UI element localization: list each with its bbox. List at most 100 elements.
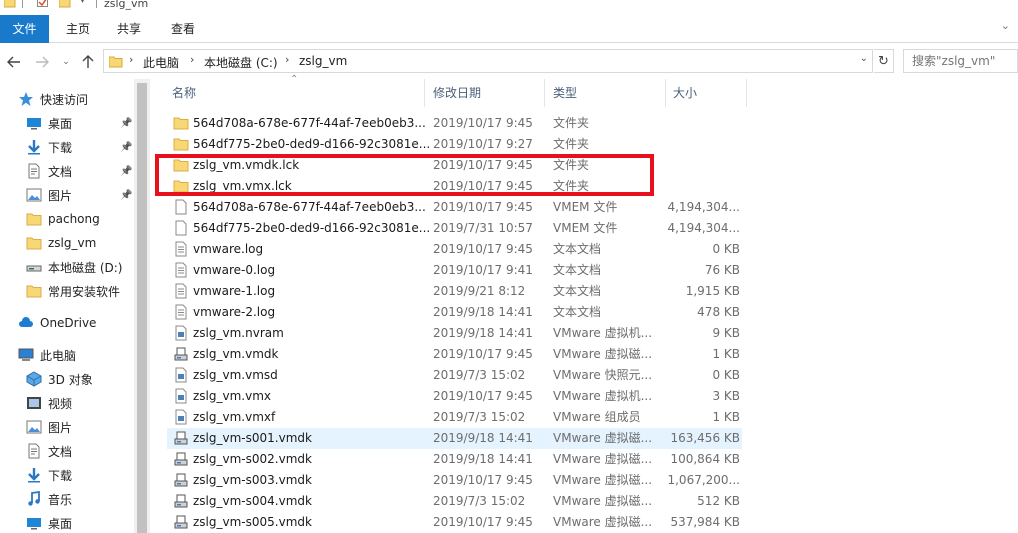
sidebar-item[interactable]: 图片 <box>0 415 134 439</box>
sidebar-item-label: 常用安装软件 <box>48 284 121 299</box>
file-date: 2019/10/17 9:27 <box>433 137 533 151</box>
column-divider[interactable] <box>665 79 666 107</box>
sidebar-item[interactable]: 文档 📌 <box>0 159 134 183</box>
sidebar-item[interactable]: 桌面 📌 <box>0 111 134 135</box>
tab-file[interactable]: 文件 <box>0 15 49 43</box>
download-icon <box>26 139 42 155</box>
sidebar-item[interactable]: 3D 对象 <box>0 367 134 391</box>
vm-config-icon <box>173 367 189 383</box>
file-row[interactable]: zslg_vm.vmsd 2019/7/3 15:02 VMware 快照元... 0… <box>167 365 742 386</box>
search-input[interactable] <box>903 49 1018 73</box>
sidebar-item[interactable]: 视频 <box>0 391 134 415</box>
file-row[interactable]: zslg_vm.nvram 2019/9/18 14:41 VMware 虚拟机..… <box>167 323 742 344</box>
file-row[interactable]: zslg_vm.vmxf 2019/7/3 15:02 VMware 组成员 1 KB <box>167 407 742 428</box>
file-name: zslg_vm.vmdk <box>193 347 279 361</box>
text-file-icon <box>173 241 189 257</box>
virtual-disk-icon <box>173 472 189 488</box>
file-row[interactable]: zslg_vm-s005.vmdk 2019/10/17 9:45 VMware 虚… <box>167 512 742 533</box>
chevron-right-icon[interactable]: › <box>129 53 133 66</box>
chevron-down-icon[interactable]: ⌄ <box>860 53 868 64</box>
pin-icon[interactable]: 📌 <box>120 118 132 129</box>
file-name: zslg_vm-s001.vmdk <box>193 431 312 445</box>
customize-toolbar-icon[interactable]: ▾ <box>80 0 85 9</box>
file-row[interactable]: vmware-0.log 2019/10/17 9:41 文本文档 76 KB <box>167 260 742 281</box>
column-divider[interactable] <box>746 79 747 107</box>
file-row[interactable]: vmware-2.log 2019/9/18 14:41 文本文档 478 KB <box>167 302 742 323</box>
folder-icon <box>26 211 42 227</box>
column-header-type[interactable]: 类型 <box>553 79 663 107</box>
file-row[interactable]: vmware.log 2019/10/17 9:45 文本文档 0 KB <box>167 239 742 260</box>
file-name: vmware-0.log <box>193 263 276 277</box>
tab-view[interactable]: 查看 <box>163 15 203 43</box>
file-row[interactable]: zslg_vm-s001.vmdk 2019/9/18 14:41 VMware 虚… <box>167 428 742 449</box>
file-size: 478 KB <box>697 305 740 319</box>
file-type: 文本文档 <box>553 305 602 319</box>
file-type: VMware 快照元... <box>553 368 653 382</box>
file-row[interactable]: 564d708a-678e-677f-44af-7eeb0eb3... 2019/… <box>167 113 742 134</box>
file-type: VMEM 文件 <box>553 221 618 235</box>
file-row[interactable]: 564df775-2be0-ded9-d166-92c3081e... 2019/… <box>167 134 742 155</box>
music-icon <box>26 491 42 507</box>
chevron-right-icon[interactable]: › <box>285 53 289 66</box>
sidebar-item[interactable]: zslg_vm <box>0 231 134 255</box>
properties-check-icon[interactable] <box>37 0 49 10</box>
file-row[interactable]: 564d708a-678e-677f-44af-7eeb0eb3... 2019/… <box>167 197 742 218</box>
sidebar-item[interactable]: 此电脑 <box>0 343 134 367</box>
sidebar-item[interactable]: 桌面 <box>0 511 134 533</box>
chevron-down-icon: ⌄ <box>62 57 70 67</box>
column-header-name[interactable]: 名称 <box>172 79 422 107</box>
file-row[interactable]: 564df775-2be0-ded9-d166-92c3081e... 2019/… <box>167 218 742 239</box>
expand-ribbon-icon[interactable]: ⌄ <box>1001 19 1010 32</box>
pin-icon[interactable]: 📌 <box>120 190 132 201</box>
breadcrumb-this-pc[interactable]: 此电脑 <box>143 54 179 71</box>
file-type: 文件夹 <box>553 116 590 130</box>
sidebar-item[interactable]: pachong <box>0 207 134 231</box>
pin-icon[interactable]: 📌 <box>120 142 132 153</box>
file-size: 1 KB <box>712 347 740 361</box>
address-bar[interactable]: › 此电脑 › 本地磁盘 (C:) › zslg_vm ⌄ <box>103 49 873 73</box>
sidebar-item-label: 文档 <box>48 164 73 179</box>
refresh-button[interactable]: ↻ <box>874 49 894 73</box>
sidebar-item[interactable]: 图片 📌 <box>0 183 134 207</box>
file-date: 2019/10/17 9:45 <box>433 389 533 403</box>
sidebar-item[interactable]: 下载 <box>0 463 134 487</box>
computer-icon <box>18 347 34 363</box>
up-button[interactable] <box>79 53 97 71</box>
file-name: 564df775-2be0-ded9-d166-92c3081e... <box>193 221 431 235</box>
sidebar-item[interactable]: 快速访问 <box>0 87 134 111</box>
pin-icon[interactable]: 📌 <box>120 166 132 177</box>
file-row[interactable]: vmware-1.log 2019/9/21 8:12 文本文档 1,915 KB <box>167 281 742 302</box>
recent-locations-button[interactable]: ⌄ <box>57 53 75 71</box>
sidebar-item[interactable]: 文档 <box>0 439 134 463</box>
file-date: 2019/9/21 8:12 <box>433 284 526 298</box>
file-row[interactable]: zslg_vm-s003.vmdk 2019/10/17 9:45 VMware 虚… <box>167 470 742 491</box>
column-header-size[interactable]: 大小 <box>673 79 743 107</box>
column-divider[interactable] <box>424 79 425 107</box>
sidebar-item-label: 桌面 <box>48 516 73 531</box>
chevron-right-icon[interactable]: › <box>190 53 194 66</box>
file-date: 2019/9/18 14:41 <box>433 326 533 340</box>
file-row[interactable]: zslg_vm-s002.vmdk 2019/9/18 14:41 VMware 虚… <box>167 449 742 470</box>
sidebar-item-label: 此电脑 <box>40 348 77 363</box>
tab-share[interactable]: 共享 <box>109 15 149 43</box>
file-row[interactable]: zslg_vm-s004.vmdk 2019/7/3 15:02 VMware 虚拟… <box>167 491 742 512</box>
file-row[interactable]: zslg_vm.vmdk 2019/10/17 9:45 VMware 虚拟磁...… <box>167 344 742 365</box>
tab-home[interactable]: 主页 <box>58 15 98 43</box>
sidebar-item[interactable]: 常用安装软件 <box>0 279 134 303</box>
file-row[interactable]: zslg_vm.vmx 2019/10/17 9:45 VMware 虚拟机... 3… <box>167 386 742 407</box>
sidebar-item[interactable]: 本地磁盘 (D:) <box>0 255 134 279</box>
breadcrumb-drive-c[interactable]: 本地磁盘 (C:) <box>204 54 278 71</box>
forward-button[interactable] <box>33 53 51 71</box>
back-button[interactable] <box>5 53 23 71</box>
sidebar-item[interactable]: 音乐 <box>0 487 134 511</box>
file-name: 564d708a-678e-677f-44af-7eeb0eb3... <box>193 116 426 130</box>
new-folder-icon[interactable] <box>59 0 71 10</box>
breadcrumb-current-folder[interactable]: zslg_vm <box>299 54 347 68</box>
file-type: VMware 虚拟磁... <box>553 494 653 508</box>
column-header-date[interactable]: 修改日期 <box>433 79 543 107</box>
column-divider[interactable] <box>544 79 545 107</box>
sidebar-item[interactable]: OneDrive <box>0 311 134 335</box>
sidebar-item[interactable]: 下载 📌 <box>0 135 134 159</box>
virtual-disk-icon <box>173 514 189 530</box>
sidebar-scrollbar-thumb[interactable] <box>137 83 147 533</box>
